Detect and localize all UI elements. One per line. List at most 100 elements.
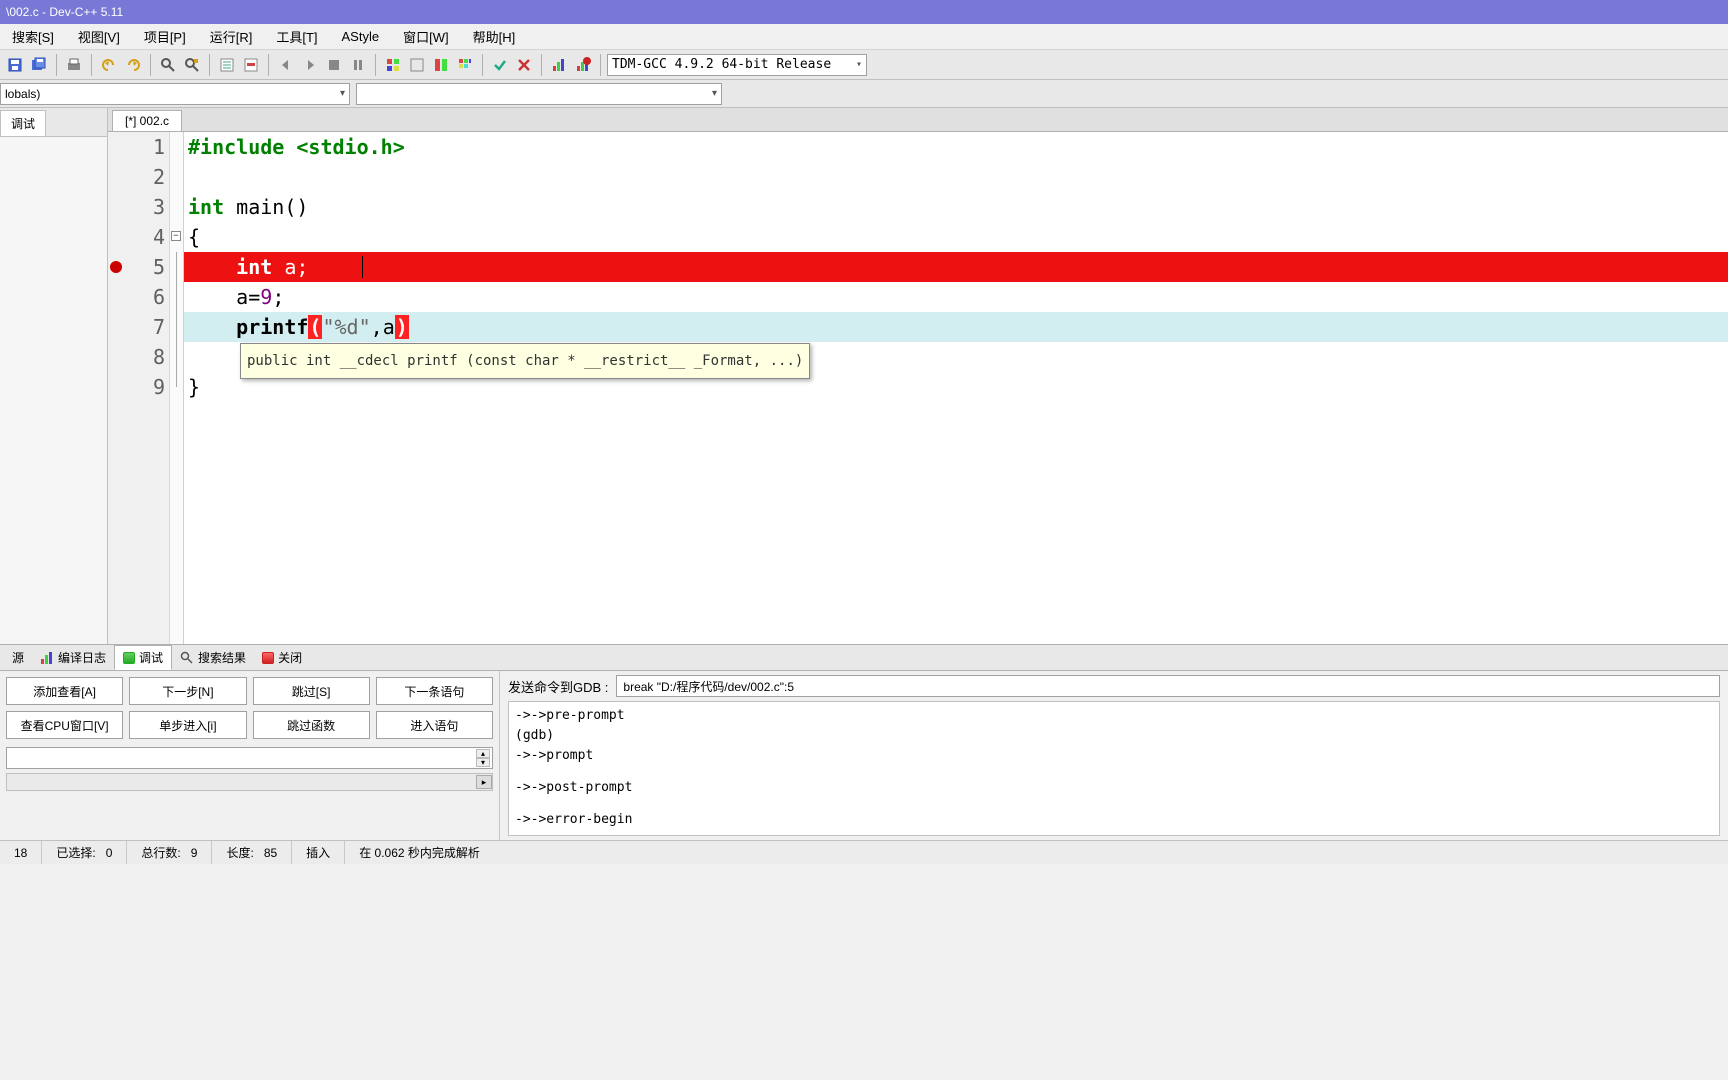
status-total-lines: 总行数: 9 <box>127 841 212 864</box>
line-number: 6 <box>108 282 165 312</box>
cpu-window-button[interactable]: 查看CPU窗口[V] <box>6 711 123 739</box>
breakpoint-icon[interactable] <box>110 261 122 273</box>
file-tabs: [*] 002.c <box>108 108 1728 132</box>
spin-down-icon[interactable]: ▾ <box>476 758 490 767</box>
replace-icon[interactable] <box>181 54 203 76</box>
status-parse-time: 在 0.062 秒内完成解析 <box>345 841 494 864</box>
redo-icon[interactable] <box>122 54 144 76</box>
search-icon <box>180 651 194 665</box>
tab-close[interactable]: 关闭 <box>254 646 310 669</box>
find-icon[interactable] <box>157 54 179 76</box>
code-line-breakpoint[interactable]: int a; <box>184 252 1728 282</box>
step-into-button[interactable]: 单步进入[i] <box>129 711 246 739</box>
compiler-select-label: TDM-GCC 4.9.2 64-bit Release <box>612 57 831 72</box>
watch-scrollbar[interactable]: ▸ <box>6 773 493 791</box>
check-icon <box>123 652 135 664</box>
function-combo[interactable]: ▾ <box>356 83 722 105</box>
toolbar: TDM-GCC 4.9.2 64-bit Release ▾ <box>0 50 1728 80</box>
line-number: 3 <box>108 192 165 222</box>
main-area: 调试 [*] 002.c 1 2 3 4 5 6 7 8 9 − <box>0 108 1728 644</box>
code-line-active[interactable]: printf("%d",a) <box>184 312 1728 342</box>
watch-combo[interactable]: ▴▾ <box>6 747 493 769</box>
nav-back-icon[interactable] <box>275 54 297 76</box>
goto-icon[interactable] <box>216 54 238 76</box>
gutter: 1 2 3 4 5 6 7 8 9 <box>108 132 170 644</box>
scroll-right-icon[interactable]: ▸ <box>476 775 492 789</box>
nav-fwd-icon[interactable] <box>299 54 321 76</box>
stop-icon[interactable] <box>323 54 345 76</box>
debug-icon[interactable] <box>489 54 511 76</box>
add-watch-button[interactable]: 添加查看[A] <box>6 677 123 705</box>
spin-up-icon[interactable]: ▴ <box>476 749 490 758</box>
code-area[interactable]: #include <stdio.h> int main() { int a; a… <box>184 132 1728 644</box>
class-browser-value: lobals) <box>5 87 40 101</box>
menu-view[interactable]: 视图[V] <box>66 24 132 49</box>
gdb-output[interactable]: ->->pre-prompt (gdb) ->->prompt ->->post… <box>508 701 1720 836</box>
menu-astyle[interactable]: AStyle <box>330 26 392 47</box>
menu-search[interactable]: 搜索[S] <box>0 24 66 49</box>
run-icon[interactable] <box>406 54 428 76</box>
into-statement-button[interactable]: 进入语句 <box>376 711 493 739</box>
bar-chart-icon <box>40 651 54 665</box>
gdb-send-label: 发送命令到GDB : <box>508 677 608 696</box>
chevron-down-icon: ▾ <box>856 59 862 70</box>
tab-search-result[interactable]: 搜索结果 <box>172 646 254 669</box>
titlebar: \002.c - Dev-C++ 5.11 <box>0 0 1728 24</box>
left-panel-tab-debug[interactable]: 调试 <box>0 110 46 136</box>
debug-panel: 添加查看[A] 下一步[N] 跳过[S] 下一条语句 查看CPU窗口[V] 单步… <box>0 670 1728 840</box>
profile-icon[interactable] <box>548 54 570 76</box>
line-number: 5 <box>108 252 165 282</box>
menu-help[interactable]: 帮助[H] <box>461 24 528 49</box>
print-icon[interactable] <box>63 54 85 76</box>
status-line: 18 <box>0 841 42 864</box>
class-browser-combo[interactable]: lobals) ▾ <box>0 83 350 105</box>
fold-column: − <box>170 132 184 644</box>
editor-area: [*] 002.c 1 2 3 4 5 6 7 8 9 − <box>108 108 1728 644</box>
tab-resource[interactable]: 源 <box>4 646 32 669</box>
pause-icon[interactable] <box>347 54 369 76</box>
window-title: \002.c - Dev-C++ 5.11 <box>6 5 123 19</box>
code-line[interactable] <box>184 162 1728 192</box>
menubar: 搜索[S] 视图[V] 项目[P] 运行[R] 工具[T] AStyle 窗口[… <box>0 24 1728 50</box>
code-line[interactable]: #include <stdio.h> <box>184 132 1728 162</box>
line-number: 8 <box>108 342 165 372</box>
tab-debug[interactable]: 调试 <box>114 645 172 670</box>
save-all-icon[interactable] <box>28 54 50 76</box>
line-number: 9 <box>108 372 165 402</box>
file-tab[interactable]: [*] 002.c <box>112 110 182 131</box>
delete-profile-icon[interactable] <box>572 54 594 76</box>
gdb-output-line: ->->post-prompt <box>515 778 1713 798</box>
fold-toggle-icon[interactable]: − <box>171 231 181 241</box>
menu-tools[interactable]: 工具[T] <box>264 24 329 49</box>
skip-function-button[interactable]: 跳过函数 <box>253 711 370 739</box>
line-number: 4 <box>108 222 165 252</box>
save-icon[interactable] <box>4 54 26 76</box>
left-panel: 调试 <box>0 108 108 644</box>
code-line[interactable]: int main() <box>184 192 1728 222</box>
code-line[interactable]: { <box>184 222 1728 252</box>
tab-compile-log[interactable]: 编译日志 <box>32 646 114 669</box>
compiler-select[interactable]: TDM-GCC 4.9.2 64-bit Release ▾ <box>607 54 867 76</box>
rebuild-icon[interactable] <box>454 54 476 76</box>
code-line[interactable]: a=9; <box>184 282 1728 312</box>
editor[interactable]: 1 2 3 4 5 6 7 8 9 − #include <stdio.h> <box>108 132 1728 644</box>
menu-project[interactable]: 项目[P] <box>132 24 198 49</box>
menu-window[interactable]: 窗口[W] <box>391 24 461 49</box>
spinner[interactable]: ▴▾ <box>476 749 490 767</box>
skip-button[interactable]: 跳过[S] <box>253 677 370 705</box>
compile-run-icon[interactable] <box>430 54 452 76</box>
menu-run[interactable]: 运行[R] <box>198 24 265 49</box>
status-selected: 已选择: 0 <box>42 841 127 864</box>
status-length: 长度: 85 <box>212 841 292 864</box>
stop-debug-icon[interactable] <box>513 54 535 76</box>
undo-icon[interactable] <box>98 54 120 76</box>
bookmark-icon[interactable] <box>240 54 262 76</box>
close-icon <box>262 652 274 664</box>
gdb-output-line: (gdb) <box>515 726 1713 746</box>
compile-icon[interactable] <box>382 54 404 76</box>
next-statement-button[interactable]: 下一条语句 <box>376 677 493 705</box>
next-step-button[interactable]: 下一步[N] <box>129 677 246 705</box>
chevron-down-icon: ▾ <box>712 88 717 99</box>
gdb-output-line: ->->error-begin <box>515 810 1713 830</box>
gdb-command-input[interactable] <box>616 675 1720 697</box>
